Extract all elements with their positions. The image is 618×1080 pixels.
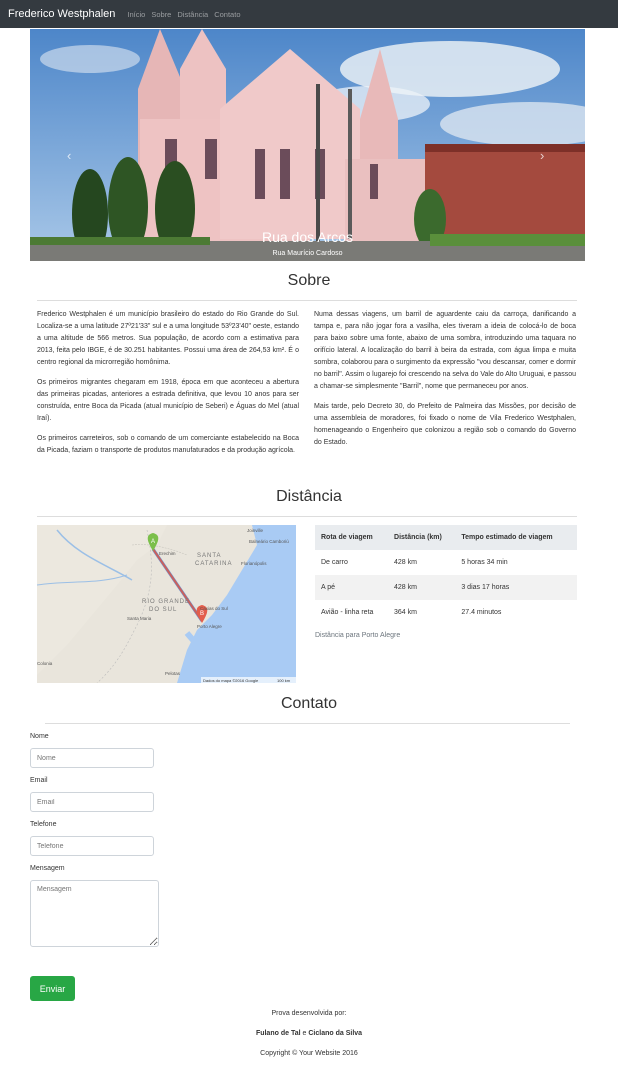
sobre-paragraph: Numa dessas viagens, um barril de aguard… bbox=[314, 311, 576, 390]
sobre-paragraph: Mais tarde, pelo Decreto 30, do Prefeito… bbox=[314, 403, 576, 446]
footer-connector: e bbox=[302, 1030, 307, 1037]
carousel-image bbox=[30, 29, 585, 261]
map-label: Florianópolis bbox=[241, 561, 267, 566]
table-header: Tempo estimado de viagem bbox=[455, 525, 577, 550]
map-marker-b-label: B bbox=[200, 611, 204, 617]
map-label: Pelotas bbox=[165, 671, 181, 676]
sobre-left-column: Frederico Westphalen é um município bras… bbox=[37, 309, 299, 465]
carousel-prev-icon[interactable]: ‹ bbox=[67, 149, 71, 162]
table-caption: Distância para Porto Alegre bbox=[315, 632, 401, 639]
table-row: De carro 428 km 5 horas 34 min bbox=[315, 550, 577, 575]
contato-heading: Contato bbox=[280, 695, 338, 712]
map-label: Erechim bbox=[159, 551, 176, 556]
carousel: ‹ › Rua dos Arcos Rua Maurício Cardoso bbox=[30, 29, 585, 261]
nav-link-contato[interactable]: Contato bbox=[214, 10, 240, 19]
map-scale: 100 km bbox=[277, 678, 291, 683]
table-cell: 428 km bbox=[388, 575, 456, 600]
table-row: Avião - linha reta 364 km 27.4 minutos bbox=[315, 600, 577, 625]
table-cell: Avião - linha reta bbox=[321, 609, 374, 616]
table-cell: De carro bbox=[321, 559, 348, 566]
table-header: Rota de viagem bbox=[315, 525, 389, 550]
map-label: RIO GRANDE bbox=[142, 599, 190, 605]
footer-author-1: Fulano de Tal bbox=[255, 1030, 301, 1037]
map-label: CATARINA bbox=[195, 561, 232, 567]
name-label: Nome bbox=[30, 733, 49, 740]
footer-authors: Fulano de Tal e Ciclano da Silva bbox=[0, 1030, 618, 1037]
map-label: DO SUL bbox=[149, 607, 177, 613]
distancia-heading: Distância bbox=[276, 488, 342, 505]
table-cell: 364 km bbox=[394, 609, 417, 616]
navbar: Frederico Westphalen Início Sobre Distân… bbox=[0, 0, 618, 28]
map-label: Colonia bbox=[37, 661, 53, 666]
table-row: A pé 428 km 3 dias 17 horas bbox=[315, 575, 577, 600]
map-label: Porto Alegre bbox=[197, 624, 222, 629]
sobre-paragraph: Frederico Westphalen é um município bras… bbox=[37, 311, 299, 366]
phone-label: Telefone bbox=[30, 821, 57, 828]
phone-input[interactable] bbox=[30, 836, 154, 856]
message-label: Mensagem bbox=[30, 865, 65, 872]
carousel-caption-subtitle: Rua Maurício Cardoso bbox=[272, 250, 343, 257]
message-textarea[interactable] bbox=[30, 880, 159, 947]
submit-button[interactable]: Enviar bbox=[30, 976, 75, 1001]
sobre-right-column: Numa dessas viagens, um barril de aguard… bbox=[314, 309, 576, 457]
map-label: Balneário Camboriú bbox=[249, 539, 289, 544]
carousel-caption-title: Rua dos Arcos bbox=[261, 229, 354, 245]
footer-developed-by: Prova desenvolvida por: bbox=[271, 1010, 347, 1017]
table-header: Distância (km) bbox=[388, 525, 456, 550]
sobre-paragraph: Os primeiros migrantes chegaram em 1918,… bbox=[37, 379, 299, 422]
route-map[interactable]: A B Joinville Balneário Camboriú Florian… bbox=[37, 525, 296, 683]
brand-link[interactable]: Frederico Westphalen bbox=[8, 8, 115, 20]
map-label: Caxias do Sul bbox=[200, 606, 228, 611]
contato-divider bbox=[45, 723, 570, 724]
nav-link-inicio[interactable]: Início bbox=[127, 10, 145, 19]
map-attribution: Dados do mapa ©2016 Google bbox=[203, 678, 259, 683]
nav-link-sobre[interactable]: Sobre bbox=[151, 10, 171, 19]
distancia-divider bbox=[37, 516, 577, 517]
email-label: Email bbox=[30, 777, 48, 784]
footer-copyright: Copyright © Your Website 2016 bbox=[260, 1050, 358, 1057]
map-label: Joinville bbox=[247, 528, 264, 533]
footer-author-2: Ciclano da Silva bbox=[308, 1030, 363, 1037]
sobre-divider bbox=[37, 300, 577, 301]
email-input[interactable] bbox=[30, 792, 154, 812]
name-input[interactable] bbox=[30, 748, 154, 768]
nav-link-distancia[interactable]: Distância bbox=[177, 10, 208, 19]
table-cell: 27.4 minutos bbox=[461, 609, 502, 616]
map-label: SANTA bbox=[197, 553, 222, 559]
table-cell: A pé bbox=[315, 575, 389, 600]
table-cell: 5 horas 34 min bbox=[461, 559, 508, 566]
distance-table: Rota de viagem Distância (km) Tempo esti… bbox=[315, 525, 577, 625]
table-cell: 428 km bbox=[394, 559, 417, 566]
sobre-heading: Sobre bbox=[287, 272, 331, 289]
carousel-next-icon[interactable]: › bbox=[540, 149, 544, 162]
map-marker-a-label: A bbox=[151, 539, 155, 545]
table-cell: 3 dias 17 horas bbox=[455, 575, 577, 600]
sobre-paragraph: Os primeiros carreteiros, sob o comando … bbox=[37, 435, 299, 454]
map-label: Santa Maria bbox=[127, 616, 152, 621]
